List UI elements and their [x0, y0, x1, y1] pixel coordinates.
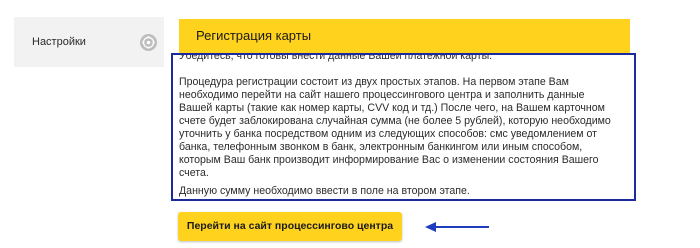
- card-registration-header: Регистрация карты: [179, 19, 630, 53]
- go-to-processing-center-button[interactable]: Перейти на сайт процессингово центра: [178, 212, 402, 241]
- instruction-line: Убедитесь, что готовы внести данные Ваше…: [179, 53, 493, 62]
- instruction-line: уточнить у банка посредством одним из сл…: [179, 128, 598, 140]
- sidebar-item-label: Настройки: [32, 36, 86, 48]
- instruction-line: банка, телефонным звонком в банк, электр…: [179, 141, 583, 153]
- instruction-line: счета.: [179, 167, 209, 179]
- instructions-box: Убедитесь, что готовы внести данные Ваше…: [171, 53, 636, 201]
- arrow-left-icon: [425, 222, 489, 232]
- go-to-processing-center-label: Перейти на сайт процессингово центра: [186, 220, 394, 232]
- instruction-line: [179, 63, 631, 76]
- instructions-text: Убедитесь, что готовы внести данные Ваше…: [179, 53, 631, 198]
- gear-icon[interactable]: [140, 34, 157, 51]
- instruction-line: Данную сумму необходимо ввести в поле на…: [179, 185, 470, 197]
- instruction-line: Процедура регистрации состоит из двух пр…: [179, 76, 569, 88]
- instruction-line: необходимо перейти на сайт нашего процес…: [179, 89, 585, 101]
- card-title: Регистрация карты: [196, 28, 312, 43]
- instruction-line: Вашей карты (такие как номер карты, CVV …: [179, 102, 605, 114]
- instruction-line: которым Ваш банк производит информирован…: [179, 154, 599, 166]
- instruction-line: счете будет заблокирована случайная сумм…: [179, 115, 611, 127]
